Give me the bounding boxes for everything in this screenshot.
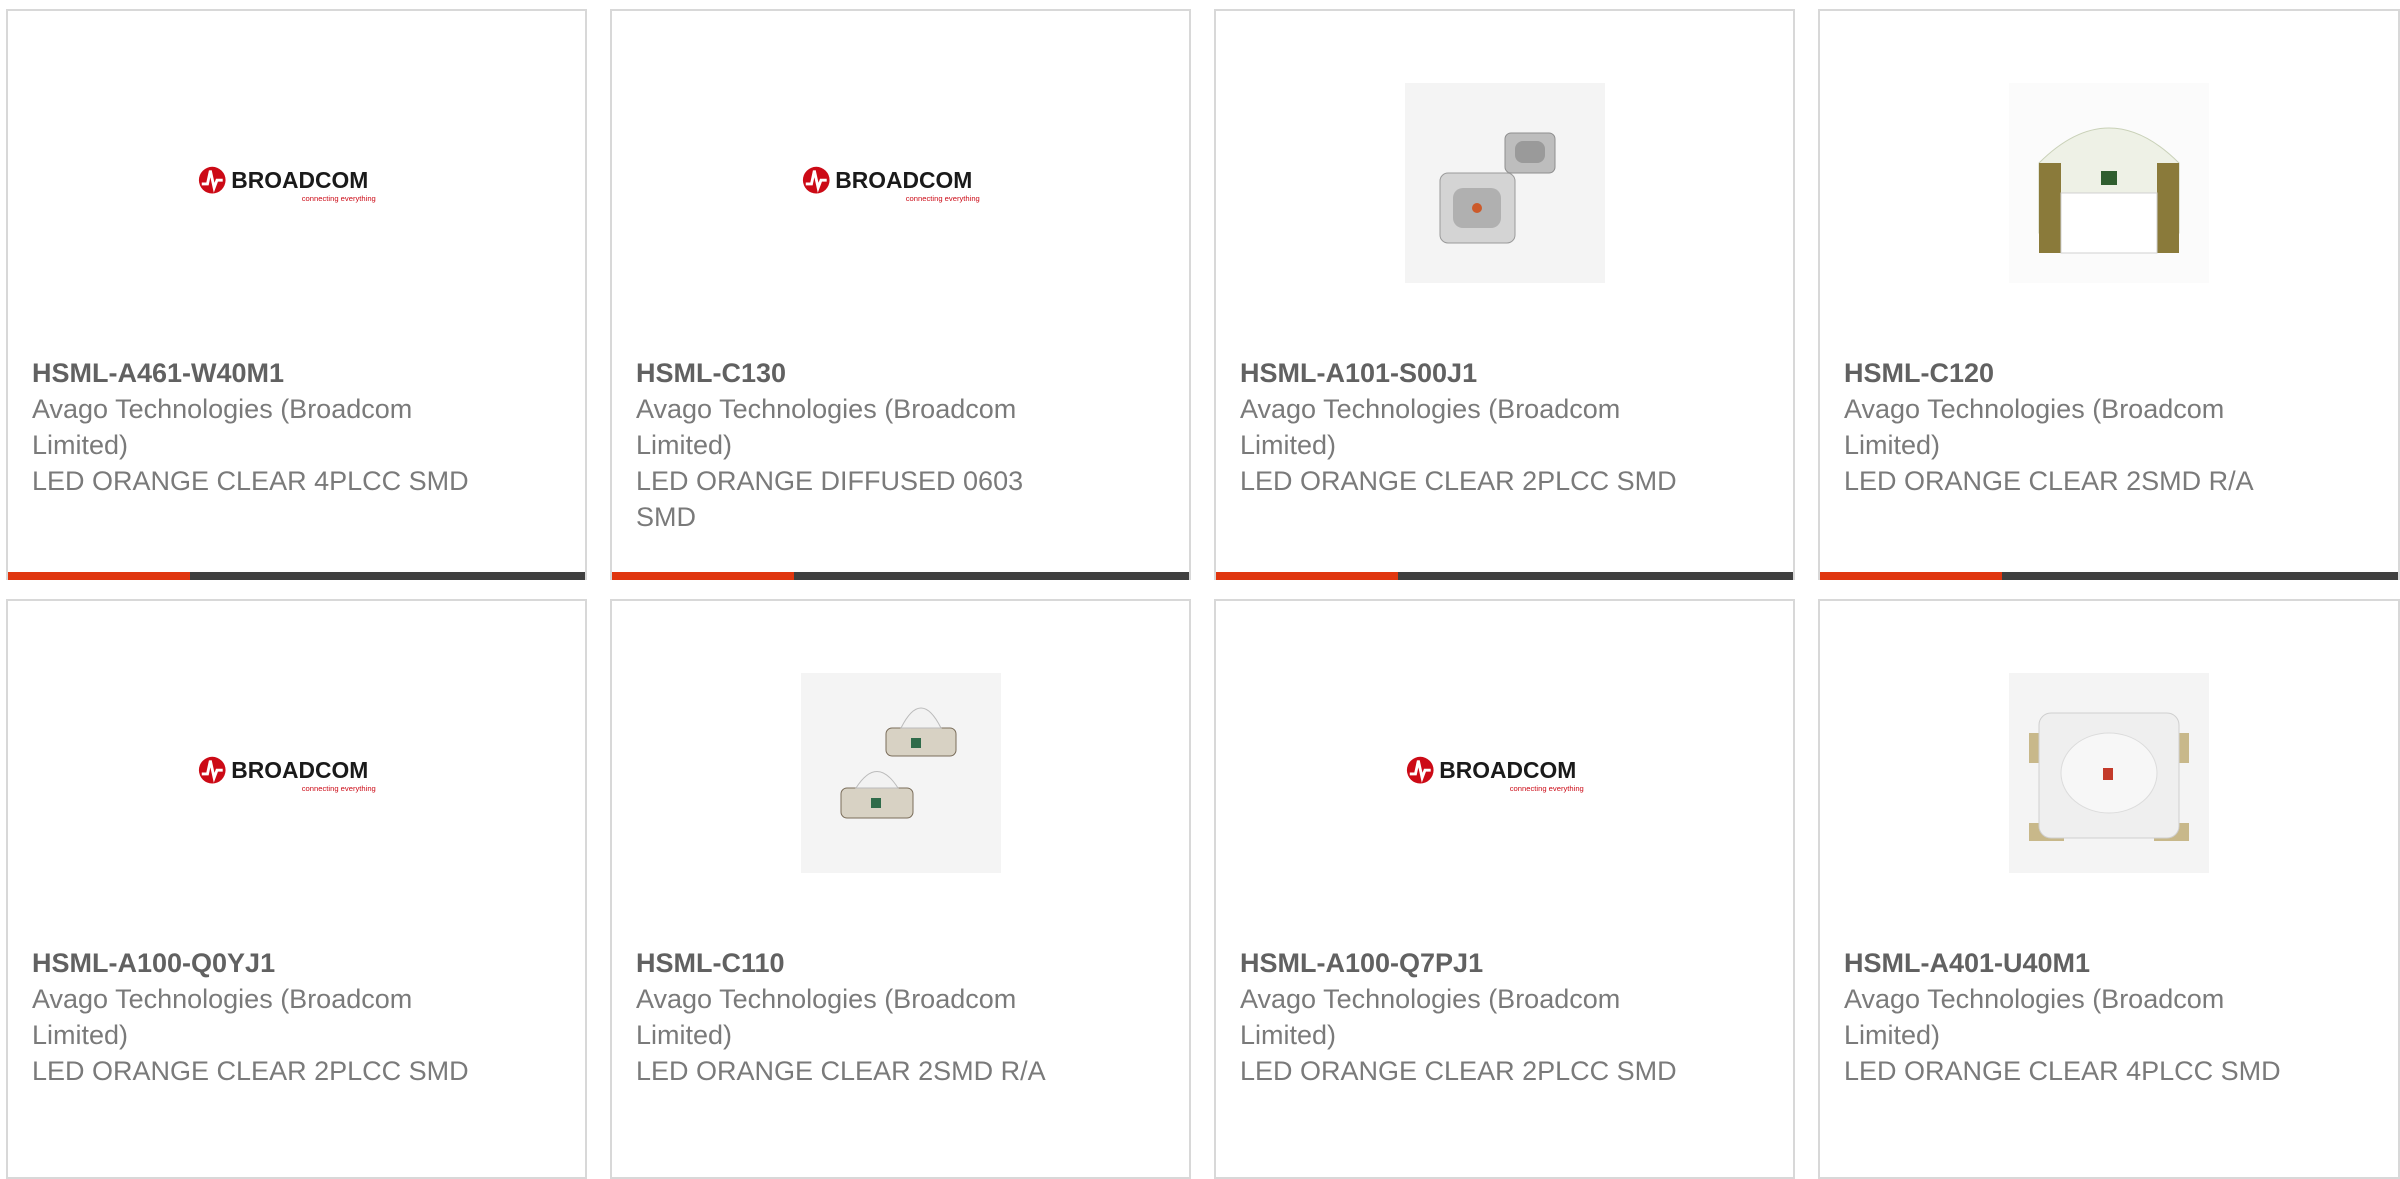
description: LED ORANGE CLEAR 2SMD R/A (1844, 466, 2254, 496)
product-image[interactable]: BROADCOM connecting everything (197, 673, 397, 873)
part-number[interactable]: HSML-C130 (636, 355, 1076, 391)
card-accent (8, 572, 190, 580)
product-card[interactable]: BROADCOM connecting everything HSML-A100… (1214, 599, 1795, 1179)
manufacturer: Avago Technologies (Broadcom Limited) (1844, 394, 2225, 460)
manufacturer: Avago Technologies (Broadcom Limited) (1844, 984, 2225, 1050)
product-image[interactable]: BROADCOM connecting everything (197, 83, 397, 283)
broadcom-logo-text: BROADCOM (231, 757, 368, 783)
led-2plcc-photo-icon (1404, 83, 1605, 283)
led-dome-photo-icon (800, 673, 1001, 873)
product-image[interactable]: BROADCOM connecting everything (1405, 673, 1605, 873)
broadcom-logo-icon: BROADCOM connecting everything (1406, 757, 1583, 793)
product-card[interactable]: HSML-C120 Avago Technologies (Broadcom L… (1818, 9, 2400, 580)
part-number[interactable]: HSML-A100-Q0YJ1 (32, 945, 472, 981)
product-card[interactable]: HSML-C110 Avago Technologies (Broadcom L… (610, 599, 1191, 1179)
card-accent (1216, 572, 1398, 580)
card-accent (612, 572, 794, 580)
part-number[interactable]: HSML-A461-W40M1 (32, 355, 472, 391)
manufacturer: Avago Technologies (Broadcom Limited) (32, 984, 413, 1050)
broadcom-logo-icon: BROADCOM connecting everything (802, 167, 979, 203)
product-image[interactable] (2009, 673, 2209, 873)
manufacturer: Avago Technologies (Broadcom Limited) (636, 984, 1017, 1050)
product-grid: BROADCOM connecting everything HSML-A461… (0, 0, 2400, 1179)
broadcom-logo-text: BROADCOM (1439, 757, 1576, 783)
part-number[interactable]: HSML-C120 (1844, 355, 2284, 391)
card-bottom-bar (8, 572, 585, 580)
broadcom-logo-icon: BROADCOM connecting everything (198, 757, 375, 793)
part-number[interactable]: HSML-C110 (636, 945, 1076, 981)
product-card[interactable]: HSML-A101-S00J1 Avago Technologies (Broa… (1214, 9, 1795, 580)
broadcom-logo-tagline: connecting everything (1509, 784, 1583, 793)
product-image[interactable] (800, 673, 1001, 873)
card-bottom-bar (1216, 572, 1793, 580)
manufacturer: Avago Technologies (Broadcom Limited) (1240, 394, 1621, 460)
description: LED ORANGE CLEAR 4PLCC SMD (32, 466, 469, 496)
broadcom-logo-icon: BROADCOM connecting everything (198, 167, 375, 203)
product-image[interactable]: BROADCOM connecting everything (801, 83, 1001, 283)
description: LED ORANGE CLEAR 2PLCC SMD (32, 1056, 469, 1086)
manufacturer: Avago Technologies (Broadcom Limited) (1240, 984, 1621, 1050)
broadcom-logo-tagline: connecting everything (301, 784, 375, 793)
manufacturer: Avago Technologies (Broadcom Limited) (32, 394, 413, 460)
product-card[interactable]: BROADCOM connecting everything HSML-A100… (6, 599, 587, 1179)
product-card[interactable]: BROADCOM connecting everything HSML-C130… (610, 9, 1191, 580)
broadcom-logo-text: BROADCOM (231, 167, 368, 193)
description: LED ORANGE CLEAR 4PLCC SMD (1844, 1056, 2281, 1086)
description: LED ORANGE DIFFUSED 0603 SMD (636, 466, 1024, 532)
manufacturer: Avago Technologies (Broadcom Limited) (636, 394, 1017, 460)
description: LED ORANGE CLEAR 2SMD R/A (636, 1056, 1046, 1086)
broadcom-logo-tagline: connecting everything (905, 194, 979, 203)
product-image[interactable] (2009, 83, 2209, 283)
product-card[interactable]: HSML-A401-U40M1 Avago Technologies (Broa… (1818, 599, 2400, 1179)
description: LED ORANGE CLEAR 2PLCC SMD (1240, 466, 1677, 496)
card-bottom-bar (1820, 572, 2398, 580)
part-number[interactable]: HSML-A100-Q7PJ1 (1240, 945, 1680, 981)
product-image[interactable] (1404, 83, 1605, 283)
description: LED ORANGE CLEAR 2PLCC SMD (1240, 1056, 1677, 1086)
product-card[interactable]: BROADCOM connecting everything HSML-A461… (6, 9, 587, 580)
broadcom-logo-tagline: connecting everything (301, 194, 375, 203)
broadcom-logo-text: BROADCOM (835, 167, 972, 193)
card-bottom-bar (612, 572, 1189, 580)
led-right-angle-photo-icon (2009, 83, 2209, 283)
part-number[interactable]: HSML-A401-U40M1 (1844, 945, 2284, 981)
part-number[interactable]: HSML-A101-S00J1 (1240, 355, 1680, 391)
card-accent (1820, 572, 2002, 580)
led-4plcc-photo-icon (2009, 673, 2209, 873)
